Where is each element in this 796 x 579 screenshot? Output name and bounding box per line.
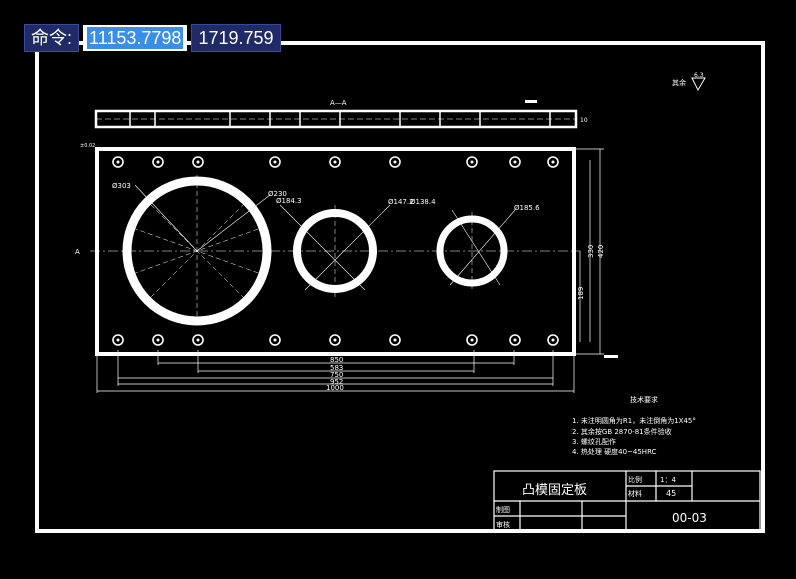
- cad-drawing-canvas[interactable]: 其余 6.3 A—A 10 A Ø303 Ø230 Ø184.3 Ø147.2 …: [0, 0, 796, 579]
- drawing-number: 00-03: [672, 511, 707, 525]
- bolt-hole-center: [196, 338, 200, 342]
- bolt-hole-center: [116, 160, 120, 164]
- tech-note-4: 4. 热处理 硬度40~45HRC: [572, 447, 657, 456]
- bolt-hole-center: [333, 338, 337, 342]
- bolt-hole-center: [196, 160, 200, 164]
- scale-label: 比例: [628, 475, 642, 484]
- section-marker: A: [75, 248, 80, 256]
- dim-h420: 420: [597, 245, 605, 258]
- bolt-hole-center: [333, 160, 337, 164]
- bolt-hole-center: [470, 338, 474, 342]
- bolt-hole-center: [513, 338, 517, 342]
- bolt-hole-center: [116, 338, 120, 342]
- x-coordinate-value: 11153.7798: [87, 27, 184, 49]
- bolt-hole-center: [551, 160, 555, 164]
- section-label: A—A: [330, 99, 347, 107]
- bolt-hole-center: [470, 160, 474, 164]
- title-block: [493, 470, 761, 532]
- x-coordinate-input[interactable]: 11153.7798: [83, 25, 188, 51]
- material-value: 45: [666, 489, 676, 498]
- bolt-hole-center: [393, 338, 397, 342]
- bolt-hole-center: [551, 338, 555, 342]
- check-label: 审核: [496, 520, 510, 529]
- tech-note-2: 2. 其余按GB 2870-81条件验收: [572, 427, 672, 436]
- bolt-hole-center: [393, 160, 397, 164]
- dim-h330: 330: [587, 245, 595, 258]
- svg-text:10: 10: [580, 117, 588, 124]
- dim-w1000: 1000: [326, 384, 344, 392]
- dim-h189: 189: [577, 287, 585, 300]
- surface-finish-icon: [691, 77, 706, 92]
- dim-d185: Ø185.6: [514, 204, 540, 212]
- surface-note: 其余: [672, 78, 686, 87]
- bolt-hole-center: [273, 160, 277, 164]
- y-coordinate-input[interactable]: 1719.759: [191, 24, 281, 52]
- scale-value: 1：4: [660, 476, 676, 484]
- dim-d184: Ø184.3: [276, 197, 302, 205]
- bolt-hole-center: [156, 338, 160, 342]
- bolt-hole-center: [513, 160, 517, 164]
- svg-text:±0.02: ±0.02: [80, 143, 95, 149]
- dim-w850: 850: [330, 356, 343, 364]
- bolt-hole-center: [156, 160, 160, 164]
- dim-d303: Ø303: [112, 182, 131, 190]
- drawn-label: 制图: [496, 505, 510, 514]
- command-label: 命令:: [24, 24, 80, 52]
- tech-note-1: 1. 未注明圆角为R1，未注倒角为1X45°: [572, 416, 696, 425]
- tech-title: 技术要求: [630, 395, 658, 404]
- tech-note-3: 3. 螺纹孔配作: [572, 437, 616, 446]
- surface-symbol: 6.3: [694, 72, 704, 79]
- command-line[interactable]: 命令: 11153.7798 1719.759: [24, 24, 281, 52]
- dim-d138: Ø138.4: [410, 198, 436, 206]
- bolt-hole-center: [273, 338, 277, 342]
- material-label: 材料: [628, 489, 642, 498]
- part-name: 凸模固定板: [522, 483, 587, 498]
